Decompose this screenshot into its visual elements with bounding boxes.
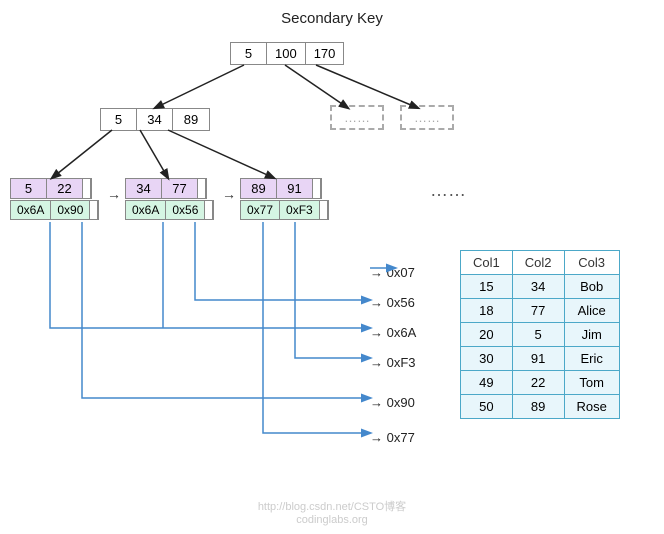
table-row: 50 89 Rose [461, 395, 620, 419]
leaf-node-1: 5 22 [10, 178, 92, 199]
table-row: 15 34 Bob [461, 275, 620, 299]
leaf-node-1-ptrs: 0x6A 0x90 [10, 200, 99, 220]
root-cell-3: 170 [306, 43, 344, 64]
cell-r5c3: Tom [564, 371, 619, 395]
table-row: 49 22 Tom [461, 371, 620, 395]
cell-r5c1: 49 [461, 371, 513, 395]
cell-r4c1: 30 [461, 347, 513, 371]
dashed-node-2: …… [400, 105, 454, 130]
leaf1-key-1: 5 [11, 179, 47, 198]
cell-r2c1: 18 [461, 299, 513, 323]
ptr-label-0xF3: → 0xF3 [370, 355, 416, 370]
leaf-node-3: 89 91 [240, 178, 322, 199]
leaf2-ptr-2: 0x56 [166, 201, 205, 219]
cell-r2c2: 77 [512, 299, 564, 323]
watermark: http://blog.csdn.net/CSTO博客 codinglabs.o… [258, 498, 406, 526]
l2-cell-2: 34 [137, 109, 173, 130]
data-table: Col1 Col2 Col3 15 34 Bob 18 77 Alice 20 … [460, 250, 620, 419]
root-cell-1: 5 [231, 43, 267, 64]
leaf3-ptr-2: 0xF3 [280, 201, 320, 219]
cell-r6c2: 89 [512, 395, 564, 419]
leaf3-key-1: 89 [241, 179, 277, 198]
col-header-2: Col2 [512, 251, 564, 275]
leaf3-key-2: 91 [277, 179, 313, 198]
l2-cell-3: 89 [173, 109, 209, 130]
dashed-node-1: …… [330, 105, 384, 130]
col-header-3: Col3 [564, 251, 619, 275]
leaf3-ptr-1: 0x77 [241, 201, 280, 219]
l2-cell-1: 5 [101, 109, 137, 130]
leaf-node-2-ptrs: 0x6A 0x56 [125, 200, 214, 220]
cell-r1c1: 15 [461, 275, 513, 299]
ptr-label-0x77: → 0x77 [370, 430, 415, 445]
leaf2-ptr-1: 0x6A [126, 201, 166, 219]
root-node: 5 100 170 [230, 42, 344, 65]
dots-middle: …… [430, 180, 466, 201]
cell-r5c2: 22 [512, 371, 564, 395]
cell-r4c3: Eric [564, 347, 619, 371]
cell-r1c3: Bob [564, 275, 619, 299]
ptr-label-0x07: → 0x07 [370, 265, 415, 280]
cell-r3c3: Jim [564, 323, 619, 347]
cell-r1c2: 34 [512, 275, 564, 299]
cell-r3c1: 20 [461, 323, 513, 347]
page-title: Secondary Key [0, 0, 664, 27]
col-header-1: Col1 [461, 251, 513, 275]
root-cell-2: 100 [267, 43, 306, 64]
cell-r6c1: 50 [461, 395, 513, 419]
leaf-node-3-ptrs: 0x77 0xF3 [240, 200, 329, 220]
ptr-label-0x6A: → 0x6A [370, 325, 416, 340]
cell-r2c3: Alice [564, 299, 619, 323]
table-row: 20 5 Jim [461, 323, 620, 347]
leaf1-next-arrow: → [107, 186, 121, 202]
leaf2-key-2: 77 [162, 179, 198, 198]
ptr-label-0x56: → 0x56 [370, 295, 415, 310]
leaf2-next-arrow: → [222, 186, 236, 202]
leaf1-ptr-2: 0x90 [51, 201, 90, 219]
cell-r3c2: 5 [512, 323, 564, 347]
cell-r6c3: Rose [564, 395, 619, 419]
ptr-label-0x90: → 0x90 [370, 395, 415, 410]
leaf2-key-1: 34 [126, 179, 162, 198]
cell-r4c2: 91 [512, 347, 564, 371]
table-row: 18 77 Alice [461, 299, 620, 323]
leaf1-ptr-1: 0x6A [11, 201, 51, 219]
level2-node: 5 34 89 [100, 108, 210, 131]
table-row: 30 91 Eric [461, 347, 620, 371]
leaf1-key-2: 22 [47, 179, 83, 198]
leaf-node-2: 34 77 [125, 178, 207, 199]
